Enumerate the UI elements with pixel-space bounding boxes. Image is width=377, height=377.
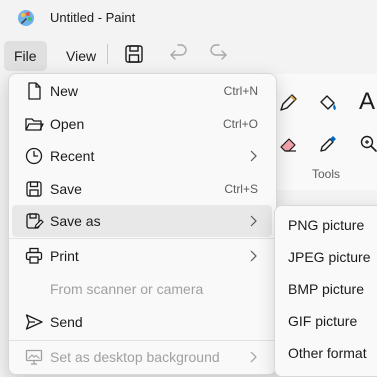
menu-item-set-desktop-background[interactable]: Set as desktop background bbox=[12, 341, 272, 373]
title-bar: Untitled - Paint bbox=[0, 0, 377, 36]
toolbar-divider bbox=[107, 44, 108, 64]
clock-icon bbox=[25, 147, 43, 165]
menu-item-save[interactable]: Save Ctrl+S bbox=[12, 173, 272, 205]
magnifier-icon[interactable] bbox=[358, 133, 377, 155]
save-as-png[interactable]: PNG picture bbox=[288, 217, 364, 233]
menu-item-save-as[interactable]: Save as bbox=[12, 205, 272, 237]
new-file-icon bbox=[28, 82, 41, 100]
tools-group-label: Tools bbox=[312, 167, 341, 181]
chevron-right-icon bbox=[250, 215, 257, 227]
shortcut-text: Ctrl+N bbox=[223, 84, 258, 98]
chevron-right-icon bbox=[250, 351, 257, 363]
redo-icon[interactable] bbox=[206, 42, 230, 66]
folder-open-icon bbox=[25, 118, 44, 131]
view-menu-button[interactable]: View bbox=[56, 41, 106, 71]
menu-item-label: Set as desktop background bbox=[50, 349, 220, 365]
shortcut-text: Ctrl+S bbox=[224, 182, 258, 196]
save-as-gif[interactable]: GIF picture bbox=[288, 313, 357, 329]
chevron-right-icon bbox=[250, 150, 257, 162]
text-tool-icon[interactable]: A bbox=[359, 88, 375, 116]
fill-bucket-icon[interactable] bbox=[317, 92, 339, 114]
menu-item-label: Print bbox=[50, 248, 79, 264]
menu-item-label: Save bbox=[50, 181, 82, 197]
save-icon bbox=[26, 181, 42, 197]
send-icon bbox=[25, 314, 43, 330]
menu-item-new[interactable]: New Ctrl+N bbox=[12, 75, 272, 107]
menu-item-label: Recent bbox=[50, 148, 95, 164]
menu-item-print[interactable]: Print bbox=[12, 240, 272, 272]
save-as-bmp[interactable]: BMP picture bbox=[288, 281, 364, 297]
menu-item-recent[interactable]: Recent bbox=[12, 140, 272, 172]
menu-item-label: Save as bbox=[50, 213, 101, 229]
menu-item-label: New bbox=[50, 83, 79, 99]
menu-item-from-scanner[interactable]: From scanner or camera bbox=[12, 273, 272, 305]
printer-icon bbox=[25, 247, 43, 264]
save-as-jpeg[interactable]: JPEG picture bbox=[288, 249, 370, 265]
chevron-right-icon bbox=[250, 250, 257, 262]
save-as-submenu: PNG picture JPEG picture BMP picture GIF… bbox=[274, 205, 377, 377]
menu-item-label: From scanner or camera bbox=[50, 281, 204, 297]
paint-app-icon bbox=[18, 10, 34, 26]
file-menu-dropdown: New Ctrl+N Open Ctrl+O Recent Save Ctrl+… bbox=[8, 73, 277, 375]
undo-icon[interactable] bbox=[167, 42, 191, 66]
window-title: Untitled - Paint bbox=[50, 10, 136, 25]
save-as-other-format[interactable]: Other format bbox=[288, 345, 367, 361]
save-as-icon bbox=[26, 213, 44, 229]
menu-item-send[interactable]: Send bbox=[12, 306, 272, 338]
eraser-icon[interactable] bbox=[278, 133, 300, 155]
desktop-background-icon bbox=[25, 349, 43, 365]
color-picker-icon[interactable] bbox=[317, 133, 339, 155]
pencil-icon[interactable] bbox=[277, 92, 299, 114]
menu-item-label: Send bbox=[50, 314, 83, 330]
shortcut-text: Ctrl+O bbox=[222, 117, 258, 131]
menu-divider bbox=[9, 238, 276, 239]
menu-item-open[interactable]: Open Ctrl+O bbox=[12, 108, 272, 140]
save-icon[interactable] bbox=[122, 42, 146, 66]
menu-item-label: Open bbox=[50, 116, 85, 132]
file-menu-button[interactable]: File bbox=[4, 41, 47, 71]
